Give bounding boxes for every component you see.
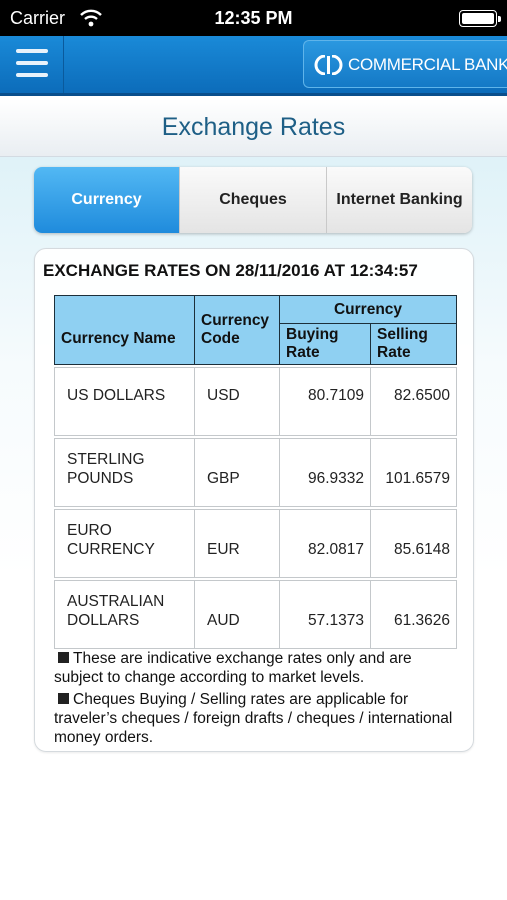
buying-rate-cell: 82.0817 bbox=[279, 509, 371, 578]
square-bullet-icon bbox=[58, 693, 69, 704]
rates-notes: These are indicative exchange rates only… bbox=[54, 649, 464, 750]
square-bullet-icon bbox=[58, 652, 69, 663]
header-buying-rate: Buying Rate bbox=[279, 323, 371, 365]
rates-panel: EXCHANGE RATES ON 28/11/2016 AT 12:34:57… bbox=[34, 248, 474, 752]
currency-name-cell: STERLING POUNDS bbox=[54, 438, 195, 507]
header-currency-name: Currency Name bbox=[54, 295, 195, 365]
buying-rate-cell: 80.7109 bbox=[279, 367, 371, 436]
currency-name-cell: AUSTRALIAN DOLLARS bbox=[54, 580, 195, 649]
page-title: Exchange Rates bbox=[161, 113, 346, 141]
hamburger-icon bbox=[16, 73, 48, 77]
title-band: Exchange Rates bbox=[0, 99, 507, 157]
battery-icon bbox=[459, 10, 501, 27]
selling-rate-cell: 85.6148 bbox=[370, 509, 457, 578]
table-row: US DOLLARS USD 80.7109 82.6500 bbox=[54, 367, 457, 436]
tab-currency[interactable]: Currency bbox=[34, 167, 180, 233]
buying-rate-cell: 57.1373 bbox=[279, 580, 371, 649]
hamburger-icon bbox=[16, 49, 48, 53]
bank-logo-icon bbox=[314, 55, 343, 75]
header-currency-code: Currency Code bbox=[194, 295, 280, 365]
currency-code-cell: AUD bbox=[194, 580, 280, 649]
tab-internet-banking[interactable]: Internet Banking bbox=[327, 167, 472, 233]
note-item: These are indicative exchange rates only… bbox=[54, 649, 464, 687]
note-text: Cheques Buying / Selling rates are appli… bbox=[54, 691, 453, 746]
table-row: STERLING POUNDS GBP 96.9332 101.6579 bbox=[54, 438, 457, 507]
currency-name-cell: EURO CURRENCY bbox=[54, 509, 195, 578]
menu-button[interactable] bbox=[0, 36, 64, 93]
buying-rate-cell: 96.9332 bbox=[279, 438, 371, 507]
tab-cheques[interactable]: Cheques bbox=[180, 167, 327, 233]
rate-tabs: Currency Cheques Internet Banking bbox=[34, 167, 472, 233]
currency-code-cell: USD bbox=[194, 367, 280, 436]
app-header: COMMERCIAL BANK bbox=[0, 36, 507, 96]
header-currency-group: Currency bbox=[279, 295, 457, 324]
status-bar: Carrier 12:35 PM bbox=[0, 0, 507, 36]
currency-code-cell: EUR bbox=[194, 509, 280, 578]
table-row: EURO CURRENCY EUR 82.0817 85.6148 bbox=[54, 509, 457, 578]
selling-rate-cell: 101.6579 bbox=[370, 438, 457, 507]
note-text: These are indicative exchange rates only… bbox=[54, 650, 412, 686]
currency-name-cell: US DOLLARS bbox=[54, 367, 195, 436]
brand-name: COMMERCIAL BANK bbox=[348, 55, 507, 74]
rates-heading: EXCHANGE RATES ON 28/11/2016 AT 12:34:57 bbox=[43, 261, 418, 280]
header-selling-rate: Selling Rate bbox=[370, 323, 457, 365]
status-time: 12:35 PM bbox=[214, 8, 293, 28]
currency-code-cell: GBP bbox=[194, 438, 280, 507]
rates-table: Currency Name Currency Code Currency Buy… bbox=[54, 295, 457, 649]
table-row: AUSTRALIAN DOLLARS AUD 57.1373 61.3626 bbox=[54, 580, 457, 649]
selling-rate-cell: 61.3626 bbox=[370, 580, 457, 649]
selling-rate-cell: 82.6500 bbox=[370, 367, 457, 436]
hamburger-icon bbox=[16, 61, 48, 65]
note-item: Cheques Buying / Selling rates are appli… bbox=[54, 690, 464, 747]
brand-logo: COMMERCIAL BANK bbox=[303, 40, 507, 88]
